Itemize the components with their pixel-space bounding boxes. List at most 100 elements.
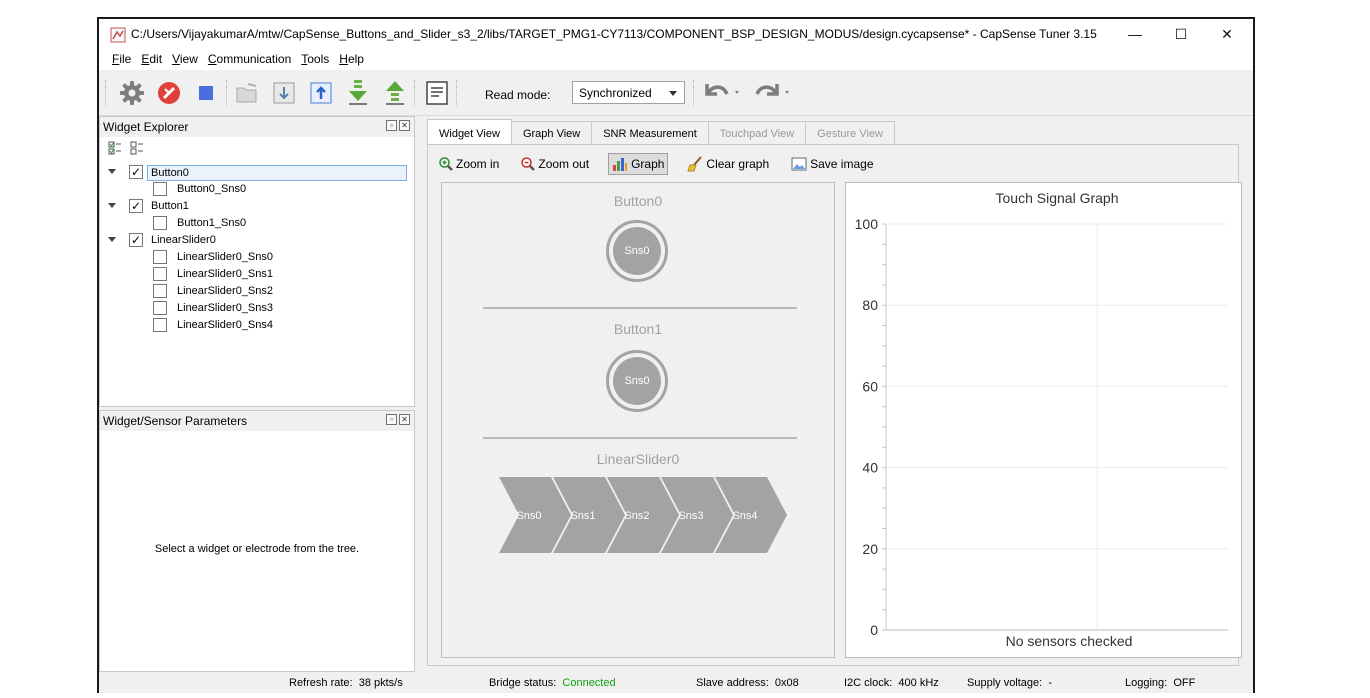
checkbox-linearslider0[interactable]: ✓ bbox=[129, 233, 143, 247]
close-button[interactable]: ✕ bbox=[1204, 19, 1250, 49]
import-icon[interactable] bbox=[343, 78, 373, 108]
tab-graph-view[interactable]: Graph View bbox=[510, 121, 593, 145]
toolbar-separator bbox=[414, 80, 415, 106]
logging-label: Logging: bbox=[1125, 677, 1168, 689]
zoom-in-label: Zoom in bbox=[456, 157, 500, 171]
menu-tools[interactable]: Tools bbox=[297, 49, 335, 70]
tab-touchpad-view: Touchpad View bbox=[707, 121, 807, 145]
graph-toggle-button[interactable]: Graph bbox=[608, 153, 669, 175]
close-panel-icon[interactable]: ✕ bbox=[399, 414, 410, 425]
broom-icon bbox=[687, 156, 703, 172]
tree-label: LinearSlider0_Sns4 bbox=[177, 319, 274, 331]
toolbar-separator bbox=[105, 80, 106, 106]
slider-segment-label: Sns4 bbox=[732, 510, 757, 522]
tree-label-button0: Button0 bbox=[147, 165, 407, 181]
tree-label: LinearSlider0_Sns2 bbox=[177, 285, 274, 297]
checkbox-button0-sns0[interactable] bbox=[153, 182, 167, 196]
checkbox-slider-sns3[interactable] bbox=[153, 301, 167, 315]
touch-signal-graph: Touch Signal Graph 0 20 40 60 80 100 No sensors… bbox=[845, 182, 1242, 658]
widget-explorer-panel: Widget Explorer ▫ ✕ ✓ Button0 Button0_Sn… bbox=[99, 116, 415, 407]
button0-sensor: Sns0 bbox=[613, 227, 661, 275]
uncheck-all-icon[interactable] bbox=[130, 141, 144, 155]
checkbox-button1-sns0[interactable] bbox=[153, 216, 167, 230]
float-panel-icon[interactable]: ▫ bbox=[386, 120, 397, 131]
bridge-status-label: Bridge status: bbox=[489, 677, 557, 689]
refresh-rate-value: 38 pkts/s bbox=[358, 677, 403, 689]
zoom-out-label: Zoom out bbox=[538, 157, 590, 171]
logging-status: Logging: OFF bbox=[1125, 677, 1195, 689]
checkbox-slider-sns2[interactable] bbox=[153, 284, 167, 298]
tree-label: LinearSlider0 bbox=[151, 234, 216, 246]
gear-icon[interactable] bbox=[117, 78, 147, 108]
widget-tree: ✓ Button0 Button0_Sns0 ✓ Button1 Button1… bbox=[100, 161, 414, 401]
checkbox-slider-sns0[interactable] bbox=[153, 250, 167, 264]
check-all-icon[interactable] bbox=[108, 141, 122, 155]
tree-label: Button0_Sns0 bbox=[177, 183, 247, 195]
app-window: C:/Users/VijayakumarA/mtw/CapSense_Butto… bbox=[97, 17, 1255, 693]
save-image-button[interactable]: Save image bbox=[788, 153, 876, 175]
tree-label: Button1 bbox=[151, 200, 189, 212]
export-icon[interactable] bbox=[380, 78, 410, 108]
float-panel-icon[interactable]: ▫ bbox=[386, 414, 397, 425]
y-tick-label: 80 bbox=[862, 297, 878, 313]
slider-segment-label: Sns0 bbox=[516, 510, 541, 522]
minimize-button[interactable]: — bbox=[1112, 19, 1158, 49]
log-icon[interactable] bbox=[422, 78, 452, 108]
checkbox-slider-sns4[interactable] bbox=[153, 318, 167, 332]
supply-voltage-status: Supply voltage: - bbox=[967, 677, 1052, 689]
tree-item-button0[interactable]: ✓ Button0 bbox=[100, 164, 412, 181]
undo-icon[interactable] bbox=[699, 78, 745, 108]
divider bbox=[483, 437, 797, 439]
menu-view[interactable]: View bbox=[168, 49, 204, 70]
checkbox-button1[interactable]: ✓ bbox=[129, 199, 143, 213]
parameters-hint: Select a widget or electrode from the tr… bbox=[154, 543, 360, 555]
slave-address-value: 0x08 bbox=[774, 677, 799, 689]
checkbox-button0[interactable]: ✓ bbox=[129, 165, 143, 179]
toolbar-separator bbox=[456, 80, 457, 106]
menu-communication[interactable]: Communication bbox=[204, 49, 297, 70]
menu-help[interactable]: Help bbox=[335, 49, 370, 70]
menu-edit[interactable]: Edit bbox=[137, 49, 168, 70]
view-tabs: Widget View Graph View SNR Measurement T… bbox=[427, 119, 895, 145]
read-icon[interactable] bbox=[269, 78, 299, 108]
read-mode-label: Read mode: bbox=[485, 88, 551, 102]
close-panel-icon[interactable]: ✕ bbox=[399, 120, 410, 131]
y-tick-label: 40 bbox=[862, 460, 878, 476]
zoom-out-button[interactable]: Zoom out bbox=[518, 153, 592, 175]
i2c-clock-value: 400 kHz bbox=[898, 677, 939, 689]
i2c-clock-status: I2C clock: 400 kHz bbox=[844, 677, 939, 689]
bridge-status-value: Connected bbox=[562, 677, 616, 689]
menu-file[interactable]: File bbox=[108, 49, 137, 70]
graph-label: Graph bbox=[631, 157, 665, 171]
image-icon bbox=[791, 157, 807, 171]
disconnect-icon[interactable] bbox=[154, 78, 184, 108]
read-mode-select[interactable]: Synchronized bbox=[572, 81, 685, 104]
redo-icon[interactable] bbox=[749, 78, 795, 108]
read-mode-value: Synchronized bbox=[579, 86, 652, 100]
toolbar-separator bbox=[693, 80, 694, 106]
write-icon[interactable] bbox=[306, 78, 336, 108]
tab-gesture-view: Gesture View bbox=[805, 121, 895, 145]
slave-address-label: Slave address: bbox=[696, 677, 769, 689]
expand-icon[interactable] bbox=[108, 169, 116, 174]
stop-icon[interactable] bbox=[191, 78, 221, 108]
open-folder-icon[interactable] bbox=[232, 78, 262, 108]
y-tick-label: 0 bbox=[870, 622, 878, 638]
linear-slider-widget[interactable]: Sns0 Sns1 Sns2 Sns3 Sns4 bbox=[499, 477, 789, 553]
checkbox-slider-sns1[interactable] bbox=[153, 267, 167, 281]
parameters-panel: Widget/Sensor Parameters ▫ ✕ Select a wi… bbox=[99, 410, 415, 672]
status-bar: Refresh rate: 38 pkts/s Bridge status: C… bbox=[99, 672, 1253, 693]
maximize-button[interactable]: ☐ bbox=[1158, 19, 1204, 49]
button0-widget[interactable]: Sns0 bbox=[606, 220, 668, 282]
touch-signal-chart: Touch Signal Graph 0 20 40 60 80 100 No sensors… bbox=[855, 190, 1228, 649]
expand-icon[interactable] bbox=[108, 203, 116, 208]
tab-widget-view[interactable]: Widget View bbox=[427, 119, 512, 145]
logging-value: OFF bbox=[1173, 677, 1196, 689]
supply-voltage-label: Supply voltage: bbox=[967, 677, 1043, 689]
button1-widget[interactable]: Sns0 bbox=[606, 350, 668, 412]
divider bbox=[483, 307, 797, 309]
expand-icon[interactable] bbox=[108, 237, 116, 242]
clear-graph-button[interactable]: Clear graph bbox=[684, 153, 772, 175]
zoom-in-button[interactable]: Zoom in bbox=[436, 153, 502, 175]
tab-snr-measurement[interactable]: SNR Measurement bbox=[591, 121, 709, 145]
